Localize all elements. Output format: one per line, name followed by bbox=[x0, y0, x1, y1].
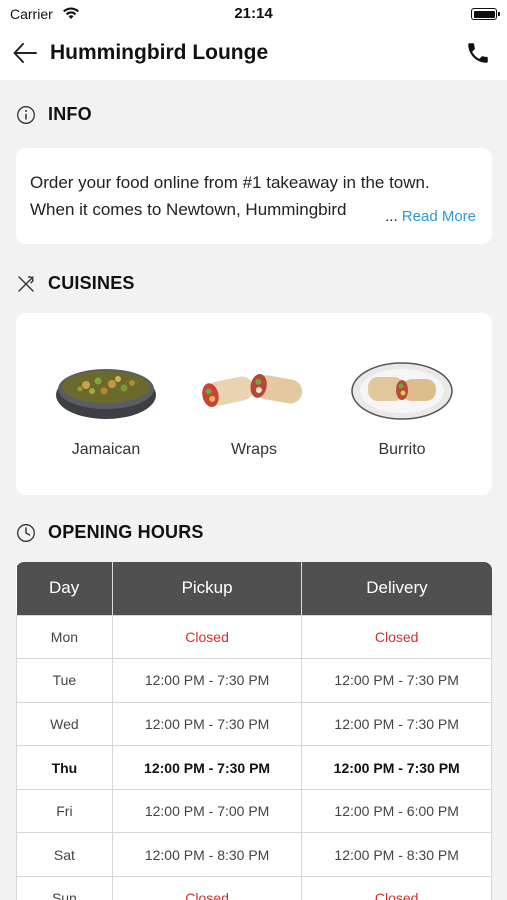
opening-hours-heading: OPENING HOURS bbox=[48, 522, 204, 542]
column-header-day: Day bbox=[16, 562, 113, 615]
cuisine-label-burrito: Burrito bbox=[378, 441, 426, 458]
opening-hours-table-container[interactable]: Day Pickup Delivery Mon Closed Closed Tu… bbox=[16, 562, 492, 900]
pickup-cell: Closed bbox=[111, 614, 303, 660]
table-row: Tue 12:00 PM - 7:30 PM 12:00 PM - 7:30 P… bbox=[16, 658, 492, 703]
cuisines-section-header: CUISINES bbox=[16, 273, 135, 294]
delivery-cell: Closed bbox=[301, 614, 492, 660]
pickup-cell: 12:00 PM - 7:30 PM bbox=[111, 701, 303, 747]
column-header-delivery: Delivery bbox=[301, 562, 492, 615]
battery-icon bbox=[471, 8, 500, 20]
day-cell: Tue bbox=[16, 658, 113, 703]
table-row: Sat 12:00 PM - 8:30 PM 12:00 PM - 8:30 P… bbox=[16, 832, 492, 878]
day-cell: Sun bbox=[16, 876, 113, 900]
wraps-dish-image bbox=[202, 374, 303, 408]
cuisine-item-burrito[interactable]: Burrito bbox=[342, 351, 462, 459]
arrow-left-icon[interactable] bbox=[12, 40, 38, 66]
status-bar: Carrier 21:14 bbox=[0, 0, 507, 28]
table-row: Sun Closed Closed bbox=[16, 876, 492, 900]
page-title: Hummingbird Lounge bbox=[50, 41, 269, 64]
table-row-today: Thu 12:00 PM - 7:30 PM 12:00 PM - 7:30 P… bbox=[16, 745, 492, 790]
burrito-dish-image bbox=[351, 362, 453, 420]
table-row: Fri 12:00 PM - 7:00 PM 12:00 PM - 6:00 P… bbox=[16, 788, 492, 834]
info-text-line1: Order your food online from #1 takeaway … bbox=[30, 173, 430, 192]
delivery-cell: 12:00 PM - 7:30 PM bbox=[301, 701, 492, 747]
info-section-header: INFO bbox=[16, 104, 92, 125]
cuisine-item-wraps[interactable]: Wraps bbox=[194, 351, 314, 459]
day-cell: Mon bbox=[16, 614, 113, 660]
day-cell: Thu bbox=[16, 745, 113, 790]
info-heading: INFO bbox=[48, 104, 92, 124]
day-cell: Sat bbox=[16, 832, 113, 878]
jamaican-dish-image bbox=[56, 369, 156, 419]
table-header-row: Day Pickup Delivery bbox=[16, 562, 492, 615]
pickup-cell: 12:00 PM - 7:30 PM bbox=[111, 745, 303, 790]
day-cell: Fri bbox=[16, 788, 113, 834]
read-more-label[interactable]: Read More bbox=[402, 208, 476, 225]
cuisine-label-jamaican: Jamaican bbox=[71, 441, 141, 458]
delivery-cell: 12:00 PM - 7:30 PM bbox=[301, 658, 492, 703]
table-row: Mon Closed Closed bbox=[16, 614, 492, 660]
pickup-cell: 12:00 PM - 7:00 PM bbox=[111, 788, 303, 834]
pickup-cell: Closed bbox=[111, 876, 303, 900]
delivery-cell: 12:00 PM - 6:00 PM bbox=[301, 788, 492, 834]
opening-hours-table: Day Pickup Delivery Mon Closed Closed Tu… bbox=[16, 562, 492, 900]
opening-hours-section-header: OPENING HOURS bbox=[16, 522, 204, 543]
pickup-cell: 12:00 PM - 8:30 PM bbox=[111, 832, 303, 878]
info-card: Order your food online from #1 takeaway … bbox=[16, 148, 492, 244]
info-text-line2: When it comes to Newtown, Hummingbird bbox=[30, 200, 347, 219]
cuisines-heading: CUISINES bbox=[48, 273, 135, 293]
day-cell: Wed bbox=[16, 701, 113, 747]
cuisine-label-wraps: Wraps bbox=[231, 441, 277, 458]
phone-icon[interactable] bbox=[465, 40, 491, 66]
read-more-link[interactable]: ... Read More bbox=[385, 208, 476, 225]
delivery-cell: 12:00 PM - 7:30 PM bbox=[301, 745, 492, 790]
pickup-cell: 12:00 PM - 7:30 PM bbox=[111, 658, 303, 703]
clock-icon bbox=[17, 523, 35, 542]
ellipsis: ... bbox=[385, 208, 398, 225]
clock: 21:14 bbox=[234, 5, 273, 22]
delivery-cell: 12:00 PM - 8:30 PM bbox=[301, 832, 492, 878]
column-header-pickup: Pickup bbox=[112, 562, 303, 615]
cuisines-card: Jamaican Wraps Burrito bbox=[16, 313, 492, 495]
cutlery-icon bbox=[18, 275, 34, 292]
cuisine-item-jamaican[interactable]: Jamaican bbox=[46, 351, 166, 459]
nav-bar: Hummingbird Lounge bbox=[0, 28, 507, 80]
delivery-cell: Closed bbox=[301, 876, 492, 900]
info-icon bbox=[17, 105, 35, 124]
table-row: Wed 12:00 PM - 7:30 PM 12:00 PM - 7:30 P… bbox=[16, 701, 492, 747]
